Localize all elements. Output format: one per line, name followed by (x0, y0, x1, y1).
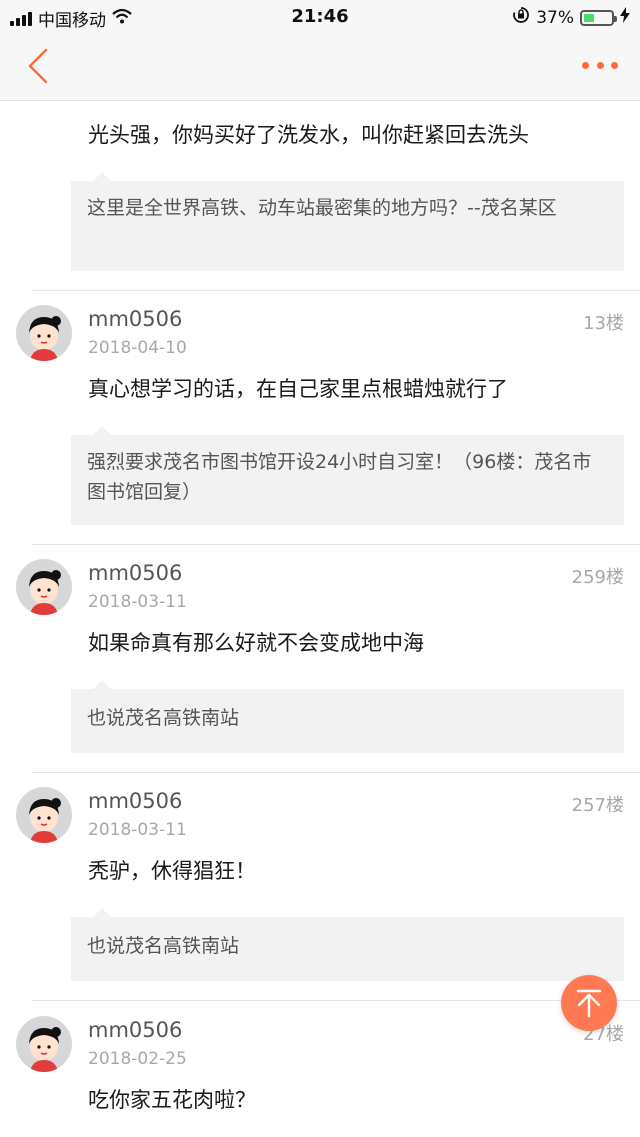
floor-number: 259楼 (571, 567, 624, 588)
post-text: 光头强，你妈买好了洗发水，叫你赶紧回去洗头 (88, 123, 529, 147)
charging-icon (620, 7, 630, 28)
username[interactable]: mm0506 (88, 307, 182, 331)
divider (32, 1000, 640, 1001)
quoted-topic[interactable]: 也说茂名高铁南站 (71, 680, 624, 753)
avatar[interactable] (16, 787, 72, 843)
divider (32, 544, 640, 545)
post-date: 2018-03-11 (88, 592, 187, 612)
quoted-topic[interactable]: 强烈要求茂名市图书馆开设24小时自习室！（96楼：茂名市图书馆回复） (71, 426, 624, 525)
post-date: 2018-03-11 (88, 820, 187, 840)
floor-number: 257楼 (571, 795, 624, 816)
navigation-bar (0, 34, 640, 101)
avatar[interactable] (16, 305, 72, 361)
status-bar: 中国移动 21:46 37% (0, 0, 640, 34)
post-date: 2018-04-10 (88, 338, 187, 358)
username[interactable]: mm0506 (88, 1018, 182, 1042)
more-dots-icon (582, 61, 589, 69)
divider (32, 772, 640, 773)
battery-percent: 37% (536, 7, 574, 28)
more-button[interactable] (582, 52, 618, 78)
arrow-up-to-top-icon (576, 989, 602, 1018)
post-date: 2018-02-25 (88, 1049, 187, 1069)
post-text: 秃驴，休得猖狂！ (88, 859, 256, 883)
quoted-topic[interactable]: 也说茂名高铁南站 (71, 908, 624, 981)
post-text: 如果命真有那么好就不会变成地中海 (88, 631, 424, 655)
floor-number: 13楼 (583, 313, 624, 334)
quoted-topic[interactable]: 这里是全世界高铁、动车站最密集的地方吗？--茂名某区 (71, 172, 624, 271)
avatar[interactable] (16, 1016, 72, 1072)
post-text: 吃你家五花肉啦？ (88, 1088, 256, 1112)
chevron-left-icon (28, 48, 48, 84)
battery-icon (580, 9, 617, 26)
username[interactable]: mm0506 (88, 561, 182, 585)
avatar[interactable] (16, 559, 72, 615)
username[interactable]: mm0506 (88, 789, 182, 813)
divider (32, 290, 640, 291)
scroll-to-top-button[interactable] (561, 975, 617, 1031)
back-button[interactable] (22, 46, 62, 86)
post-text: 真心想学习的话，在自己家里点根蜡烛就行了 (88, 377, 508, 401)
orientation-lock-icon (512, 6, 530, 29)
